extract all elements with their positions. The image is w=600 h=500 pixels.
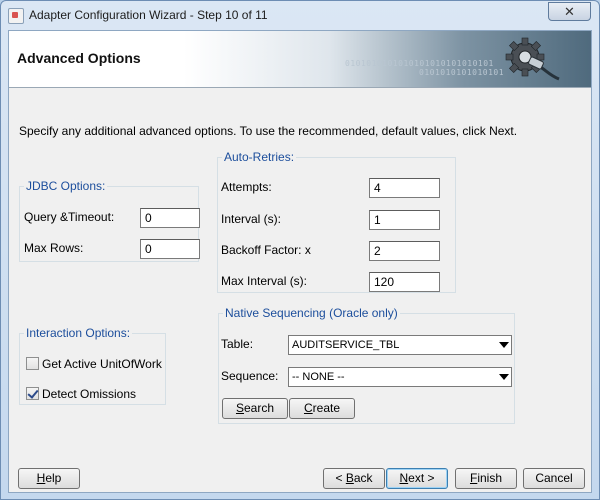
jdbc-options-legend: JDBC Options: (24, 179, 108, 193)
max-interval-input[interactable]: 120 (369, 272, 440, 292)
finish-button-label: inish (477, 471, 503, 485)
attempts-label: Attempts: (221, 180, 272, 194)
jdbc-options-group: JDBC Options: Query &Timeout: 0 Max Rows… (19, 179, 200, 262)
next-button[interactable]: Next > (386, 468, 448, 489)
interval-input[interactable]: 1 (369, 210, 440, 230)
max-rows-label: Max Rows: (24, 241, 84, 255)
header-banner: Advanced Options 01010101010101010101010… (9, 31, 591, 88)
chevron-down-icon[interactable] (497, 368, 511, 386)
page-title: Advanced Options (17, 50, 141, 66)
sequence-dropdown-value: -- NONE -- (292, 371, 345, 383)
title-bar: Adapter Configuration Wizard - Step 10 o… (1, 1, 599, 29)
instructions-text: Specify any additional advanced options.… (19, 124, 518, 138)
table-dropdown[interactable]: AUDITSERVICE_TBL (288, 335, 512, 355)
max-rows-input[interactable]: 0 (140, 239, 200, 259)
app-icon (8, 8, 24, 24)
close-button[interactable]: ✕ (548, 2, 591, 21)
chevron-down-icon[interactable] (497, 336, 511, 354)
get-active-unitofwork-checkbox[interactable] (26, 357, 39, 370)
auto-retries-legend: Auto-Retries: (222, 150, 297, 164)
get-active-unitofwork-label: Get Active UnitOfWork (42, 357, 162, 371)
auto-retries-group: Auto-Retries: Attempts: 4 Interval (s): … (217, 150, 456, 293)
back-button-mnemonic: B (345, 471, 354, 485)
table-dropdown-value: AUDITSERVICE_TBL (292, 339, 400, 351)
native-sequencing-group: Native Sequencing (Oracle only) Table: A… (218, 306, 515, 424)
backoff-factor-input[interactable]: 2 (369, 241, 440, 261)
create-button-mnemonic: C (303, 401, 313, 415)
help-button-label: elp (45, 471, 62, 485)
interval-label: Interval (s): (221, 212, 282, 226)
interaction-options-group: Interaction Options: Get Active UnitOfWo… (19, 326, 166, 405)
wizard-content: Advanced Options 01010101010101010101010… (8, 30, 592, 493)
next-button-label: ext > (408, 471, 435, 485)
cancel-button[interactable]: Cancel (523, 468, 585, 489)
banner-binary-text: 0101010101010101010101010101 (345, 59, 494, 68)
max-interval-label: Max Interval (s): (221, 274, 308, 288)
finish-button[interactable]: Finish (455, 468, 517, 489)
query-timeout-input[interactable]: 0 (140, 208, 200, 228)
backoff-factor-label: Backoff Factor: x (221, 243, 311, 257)
detect-omissions-label: Detect Omissions (42, 387, 137, 401)
create-button[interactable]: Create (289, 398, 355, 419)
interaction-options-legend: Interaction Options: (24, 326, 133, 340)
detect-omissions-checkbox[interactable] (26, 387, 39, 400)
search-button-mnemonic: S (235, 401, 244, 415)
attempts-input[interactable]: 4 (369, 178, 440, 198)
native-sequencing-legend: Native Sequencing (Oracle only) (223, 306, 400, 320)
sequence-dropdown[interactable]: -- NONE -- (288, 367, 512, 387)
wizard-window: Adapter Configuration Wizard - Step 10 o… (0, 0, 600, 500)
banner-binary-text-2: 0101010101010101 (419, 68, 505, 77)
next-button-mnemonic: N (399, 471, 409, 485)
query-timeout-label: Query &Timeout: (24, 210, 115, 224)
table-label: Table: (221, 337, 254, 351)
search-button-label: earch (243, 401, 275, 415)
window-title: Adapter Configuration Wizard - Step 10 o… (29, 8, 268, 22)
back-button-label: ack (353, 471, 373, 485)
gear-plug-icon (505, 37, 560, 81)
help-button[interactable]: Help (18, 468, 80, 489)
create-button-label: reate (312, 401, 341, 415)
back-button-prefix: < (335, 471, 346, 485)
search-button[interactable]: Search (222, 398, 288, 419)
back-button[interactable]: < Back (323, 468, 385, 489)
sequence-label: Sequence: (221, 369, 279, 383)
